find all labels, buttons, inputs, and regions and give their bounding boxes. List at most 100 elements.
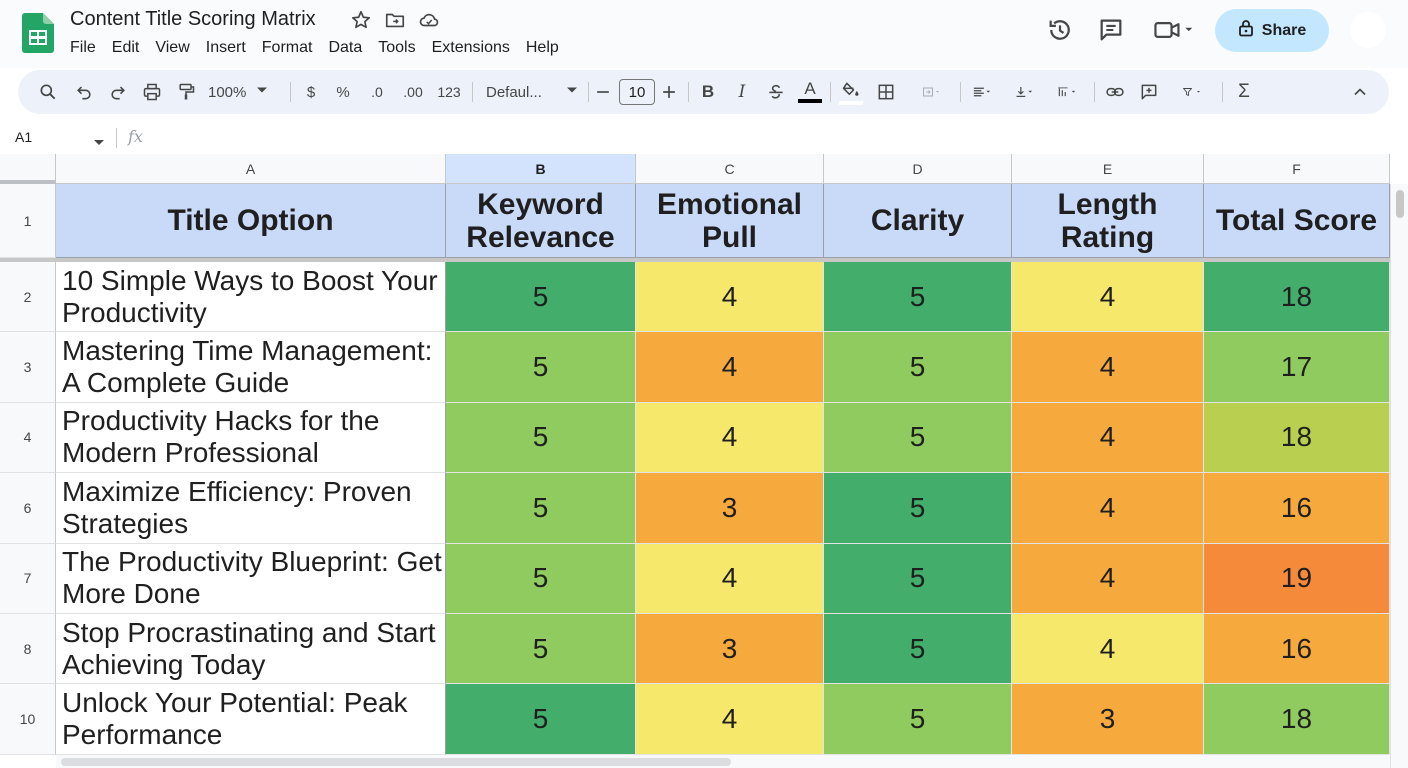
header-cell[interactable]: Keyword Relevance: [446, 184, 636, 258]
text-rotation-icon[interactable]: [1048, 70, 1086, 114]
row-header-6[interactable]: 6: [0, 473, 56, 544]
column-header-c[interactable]: C: [636, 154, 824, 184]
score-cell[interactable]: 18: [1204, 262, 1390, 333]
score-cell[interactable]: 4: [1012, 543, 1204, 614]
vertical-align-icon[interactable]: [1006, 70, 1042, 114]
search-menus-icon[interactable]: [36, 70, 60, 114]
score-cell[interactable]: 5: [824, 332, 1012, 403]
menu-file[interactable]: File: [70, 39, 104, 57]
score-cell[interactable]: 4: [636, 684, 824, 755]
score-cell[interactable]: 5: [824, 473, 1012, 544]
decrease-decimal-button[interactable]: .0: [364, 70, 390, 114]
title-option-cell[interactable]: Maximize Efficiency: Proven Strategies: [56, 473, 446, 544]
decrease-font-size-icon[interactable]: [592, 70, 614, 114]
fill-color-icon[interactable]: [838, 70, 864, 114]
column-header-a[interactable]: A: [56, 154, 446, 184]
collapse-toolbar-icon[interactable]: [1348, 70, 1372, 114]
version-history-icon[interactable]: [1046, 16, 1074, 44]
score-cell[interactable]: 5: [446, 614, 636, 685]
vertical-scrollbar[interactable]: [1390, 184, 1408, 768]
score-cell[interactable]: 5: [446, 262, 636, 333]
format-currency-button[interactable]: $: [300, 70, 322, 114]
formula-input[interactable]: [160, 127, 1360, 149]
name-box[interactable]: A1: [15, 129, 32, 145]
title-option-cell[interactable]: 10 Simple Ways to Boost Your Productivit…: [56, 262, 446, 333]
menu-insert[interactable]: Insert: [206, 39, 254, 57]
select-all-corner[interactable]: [0, 154, 56, 184]
header-cell[interactable]: Title Option: [56, 184, 446, 258]
score-cell[interactable]: 4: [636, 262, 824, 333]
cloud-saved-icon[interactable]: [418, 9, 440, 36]
score-cell[interactable]: 5: [446, 543, 636, 614]
horizontal-scrollbar[interactable]: [56, 754, 1390, 768]
score-cell[interactable]: 5: [446, 332, 636, 403]
menu-extensions[interactable]: Extensions: [432, 39, 518, 57]
increase-font-size-icon[interactable]: [658, 70, 680, 114]
text-color-button[interactable]: A: [796, 70, 824, 114]
score-cell[interactable]: 4: [636, 543, 824, 614]
italic-button[interactable]: I: [730, 70, 754, 114]
score-cell[interactable]: 4: [1012, 262, 1204, 333]
share-button[interactable]: Share: [1215, 9, 1329, 52]
strikethrough-icon[interactable]: [764, 70, 788, 114]
score-cell[interactable]: 18: [1204, 402, 1390, 474]
score-cell[interactable]: 16: [1204, 614, 1390, 685]
borders-icon[interactable]: [874, 70, 898, 114]
title-option-cell[interactable]: Unlock Your Potential: Peak Performance: [56, 684, 446, 755]
title-option-cell[interactable]: Mastering Time Management: A Complete Gu…: [56, 332, 446, 403]
header-cell[interactable]: Emotional Pull: [636, 184, 824, 258]
score-cell[interactable]: 5: [446, 684, 636, 755]
score-cell[interactable]: 4: [1012, 473, 1204, 544]
account-avatar[interactable]: [1350, 12, 1386, 48]
star-icon[interactable]: [350, 9, 372, 36]
format-percent-button[interactable]: %: [332, 70, 354, 114]
score-cell[interactable]: 3: [636, 614, 824, 685]
insert-link-icon[interactable]: [1102, 70, 1128, 114]
score-cell[interactable]: 5: [446, 402, 636, 474]
row-header-7[interactable]: 7: [0, 543, 56, 614]
column-header-d[interactable]: D: [824, 154, 1012, 184]
chevron-down-icon[interactable]: [94, 134, 104, 152]
title-option-cell[interactable]: Productivity Hacks for the Modern Profes…: [56, 402, 446, 474]
score-cell[interactable]: 4: [1012, 332, 1204, 403]
score-cell[interactable]: 4: [1012, 402, 1204, 474]
score-cell[interactable]: 5: [824, 543, 1012, 614]
column-header-b[interactable]: B: [446, 154, 636, 184]
row-header-2[interactable]: 2: [0, 262, 56, 333]
filter-icon[interactable]: [1170, 70, 1214, 114]
score-cell[interactable]: 5: [824, 684, 1012, 755]
number-format-button[interactable]: 123: [434, 70, 464, 114]
score-cell[interactable]: 4: [636, 332, 824, 403]
zoom-select[interactable]: 100%: [208, 70, 280, 114]
header-cell[interactable]: Total Score: [1204, 184, 1390, 258]
menu-edit[interactable]: Edit: [112, 39, 148, 57]
document-title[interactable]: Content Title Scoring Matrix: [70, 8, 316, 31]
functions-button[interactable]: Σ: [1232, 70, 1256, 114]
horizontal-align-icon[interactable]: [964, 70, 1000, 114]
comments-icon[interactable]: [1097, 16, 1125, 44]
sheets-logo-icon[interactable]: [22, 13, 54, 53]
column-header-e[interactable]: E: [1012, 154, 1204, 184]
score-cell[interactable]: 19: [1204, 543, 1390, 614]
header-cell[interactable]: Length Rating: [1012, 184, 1204, 258]
score-cell[interactable]: 3: [1012, 684, 1204, 755]
header-cell[interactable]: Clarity: [824, 184, 1012, 258]
row-header-8[interactable]: 8: [0, 614, 56, 685]
score-cell[interactable]: 5: [824, 402, 1012, 474]
column-header-f[interactable]: F: [1204, 154, 1390, 184]
score-cell[interactable]: 4: [1012, 614, 1204, 685]
menu-data[interactable]: Data: [328, 39, 370, 57]
increase-decimal-button[interactable]: .00: [398, 70, 428, 114]
menu-format[interactable]: Format: [262, 39, 321, 57]
score-cell[interactable]: 16: [1204, 473, 1390, 544]
score-cell[interactable]: 5: [446, 473, 636, 544]
print-icon[interactable]: [140, 70, 164, 114]
row-header-3[interactable]: 3: [0, 332, 56, 403]
font-family-select[interactable]: Defaul...: [486, 70, 582, 114]
score-cell[interactable]: 18: [1204, 684, 1390, 755]
score-cell[interactable]: 5: [824, 262, 1012, 333]
menu-tools[interactable]: Tools: [378, 39, 423, 57]
menu-view[interactable]: View: [155, 39, 197, 57]
meet-video-icon[interactable]: [1152, 16, 1198, 44]
font-size-input[interactable]: 10: [619, 79, 655, 105]
